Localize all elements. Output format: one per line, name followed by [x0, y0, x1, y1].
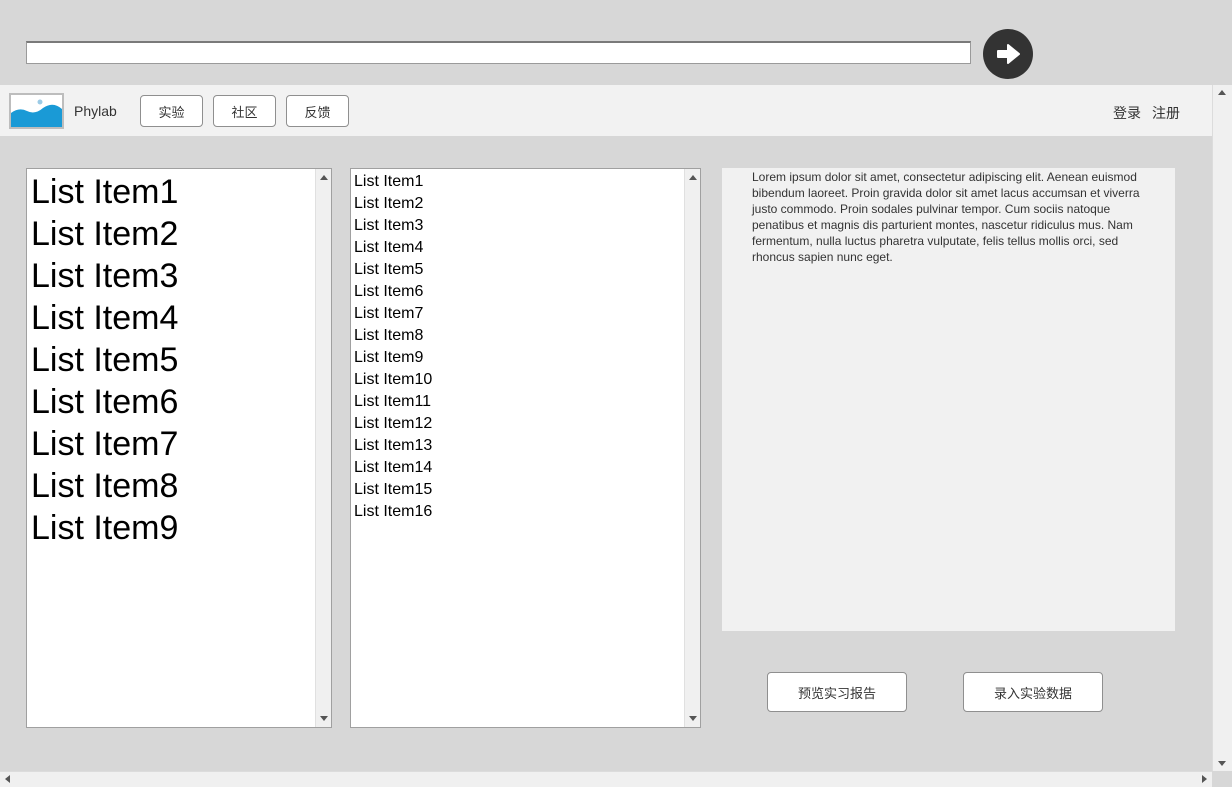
experiment-category-list[interactable]: List Item1 List Item2 List Item3 List It…	[26, 168, 332, 728]
scroll-up-icon[interactable]	[320, 175, 328, 180]
list-item[interactable]: List Item8	[351, 325, 700, 347]
list-item[interactable]: List Item3	[27, 255, 331, 297]
list-item[interactable]: List Item4	[27, 297, 331, 339]
scroll-down-icon[interactable]	[689, 716, 697, 721]
list-scrollbar[interactable]	[315, 169, 331, 727]
list-item[interactable]: List Item7	[351, 303, 700, 325]
url-input[interactable]	[26, 41, 971, 64]
brand-name: Phylab	[74, 103, 117, 119]
list-item[interactable]: List Item4	[351, 237, 700, 259]
page: Phylab 实验 社区 反馈 登录 注册 List Item1 List It…	[0, 0, 1232, 787]
register-link[interactable]: 注册	[1152, 103, 1180, 123]
list-item[interactable]: List Item3	[351, 215, 700, 237]
enter-data-button[interactable]: 录入实验数据	[963, 672, 1103, 712]
image-placeholder-icon	[11, 95, 62, 127]
list-item[interactable]: List Item13	[351, 435, 700, 457]
arrow-right-circle-icon	[997, 44, 1020, 64]
tab-experiment[interactable]: 实验	[140, 95, 203, 127]
list-scrollbar[interactable]	[684, 169, 700, 727]
list-item[interactable]: List Item8	[27, 465, 331, 507]
page-horizontal-scrollbar[interactable]	[0, 771, 1212, 787]
navbar: Phylab 实验 社区 反馈 登录 注册	[0, 85, 1212, 136]
tab-community-label: 社区	[231, 105, 258, 121]
list-item[interactable]: List Item7	[27, 423, 331, 465]
logo[interactable]	[9, 93, 64, 129]
list-item[interactable]: List Item1	[27, 171, 331, 213]
list-item[interactable]: List Item14	[351, 457, 700, 479]
tab-feedback[interactable]: 反馈	[286, 95, 349, 127]
scroll-up-icon[interactable]	[689, 175, 697, 180]
go-button[interactable]	[983, 29, 1033, 79]
description-text: Lorem ipsum dolor sit amet, consectetur …	[752, 170, 1140, 264]
list-item[interactable]: List Item2	[27, 213, 331, 255]
scroll-right-icon[interactable]	[1202, 775, 1207, 783]
tab-feedback-label: 反馈	[304, 105, 331, 121]
list-item[interactable]: List Item9	[351, 347, 700, 369]
list-item[interactable]: List Item6	[27, 381, 331, 423]
experiment-list[interactable]: List Item1 List Item2 List Item3 List It…	[350, 168, 701, 728]
list-item[interactable]: List Item12	[351, 413, 700, 435]
scroll-down-icon[interactable]	[1218, 761, 1226, 766]
list-item[interactable]: List Item9	[27, 507, 331, 549]
tab-community[interactable]: 社区	[213, 95, 276, 127]
enter-data-label: 录入实验数据	[993, 686, 1072, 702]
page-vertical-scrollbar[interactable]	[1212, 85, 1232, 771]
scroll-up-icon[interactable]	[1218, 90, 1226, 95]
list-item[interactable]: List Item5	[351, 259, 700, 281]
list-item[interactable]: List Item11	[351, 391, 700, 413]
preview-report-label: 预览实习报告	[797, 686, 876, 702]
experiment-description: Lorem ipsum dolor sit amet, consectetur …	[722, 168, 1175, 631]
list-item[interactable]: List Item2	[351, 193, 700, 215]
list-item[interactable]: List Item16	[351, 501, 700, 523]
scroll-down-icon[interactable]	[320, 716, 328, 721]
login-link[interactable]: 登录	[1113, 103, 1141, 123]
tab-experiment-label: 实验	[158, 105, 185, 121]
preview-report-button[interactable]: 预览实习报告	[767, 672, 907, 712]
list-item[interactable]: List Item10	[351, 369, 700, 391]
list-item[interactable]: List Item6	[351, 281, 700, 303]
list-item[interactable]: List Item15	[351, 479, 700, 501]
list-item[interactable]: List Item1	[351, 171, 700, 193]
scroll-left-icon[interactable]	[5, 775, 10, 783]
list-item[interactable]: List Item5	[27, 339, 331, 381]
